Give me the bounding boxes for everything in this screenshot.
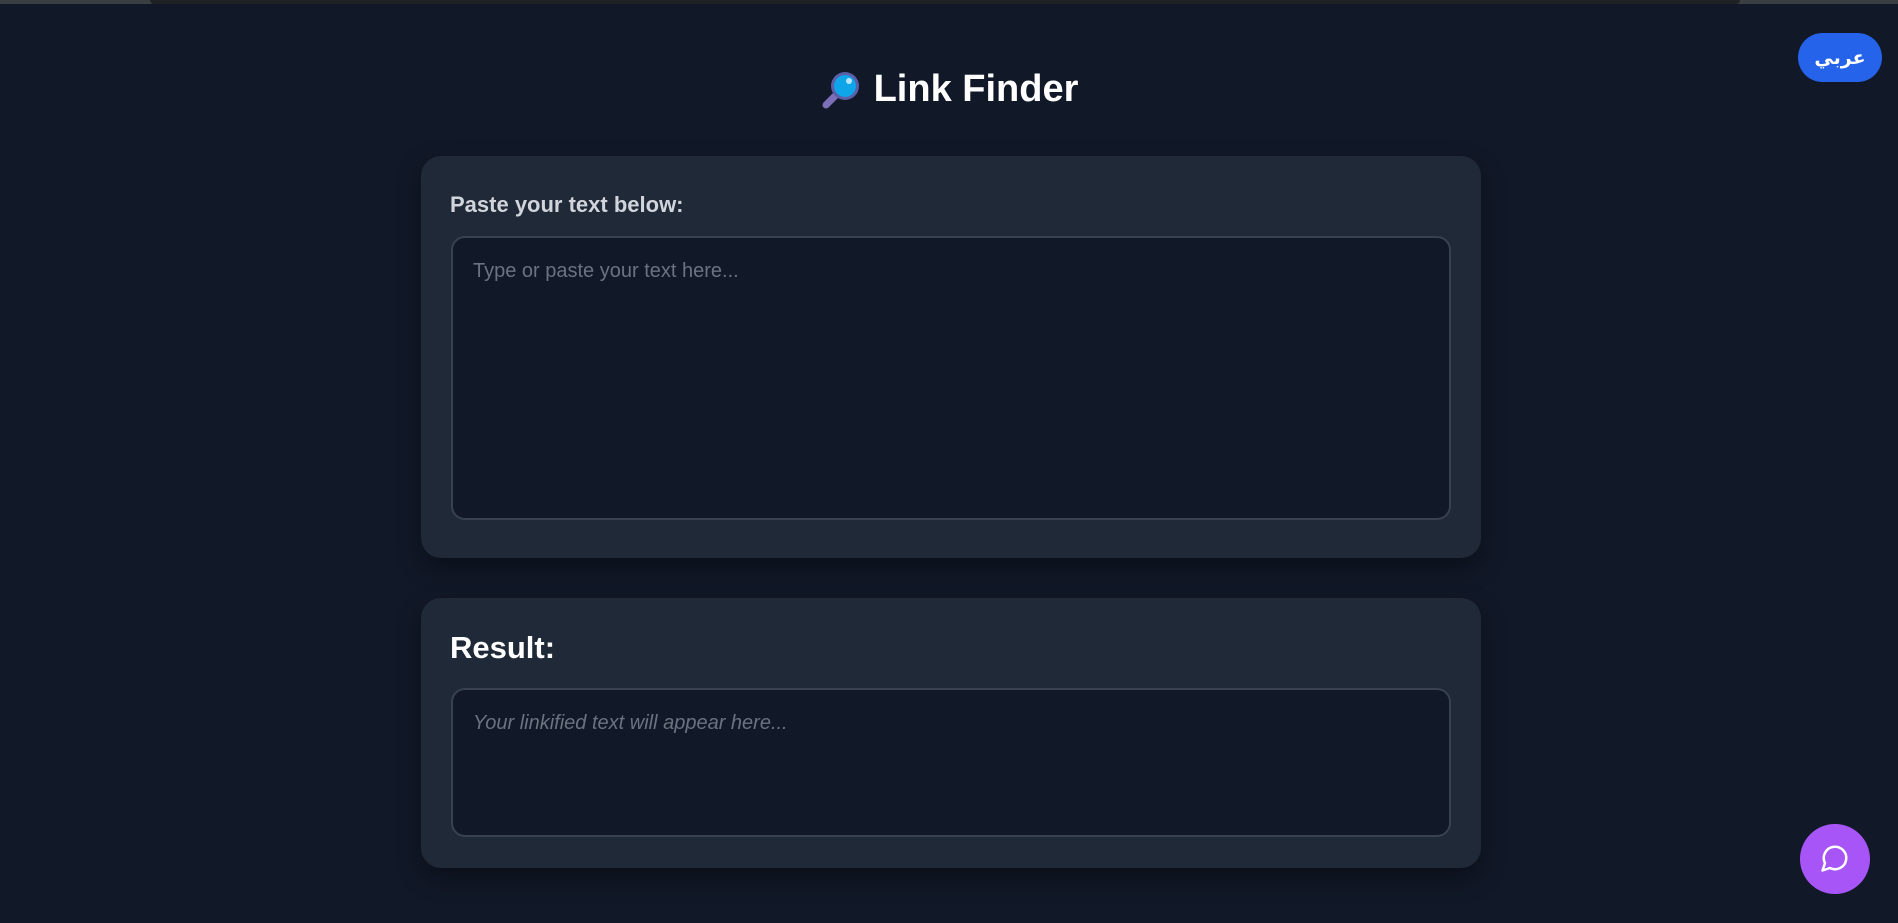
result-placeholder: Your linkified text will appear here... bbox=[473, 712, 788, 734]
result-title: Result: bbox=[450, 630, 556, 665]
text-input-area[interactable] bbox=[451, 236, 1451, 520]
browser-top-strip bbox=[0, 0, 1898, 12]
input-card: Paste your text below: bbox=[421, 156, 1481, 558]
result-card: Result: Your linkified text will appear … bbox=[421, 598, 1481, 868]
page-title-text: Link Finder bbox=[873, 68, 1079, 110]
result-output[interactable]: Your linkified text will appear here... bbox=[451, 688, 1451, 837]
chat-button[interactable] bbox=[1800, 824, 1870, 894]
chat-bubble-icon bbox=[1820, 843, 1850, 876]
browser-tab-edge bbox=[150, 0, 1740, 4]
input-label: Paste your text below: bbox=[450, 192, 684, 217]
page-title: Link Finder bbox=[0, 68, 1898, 111]
magnifying-glass-icon bbox=[820, 69, 862, 111]
